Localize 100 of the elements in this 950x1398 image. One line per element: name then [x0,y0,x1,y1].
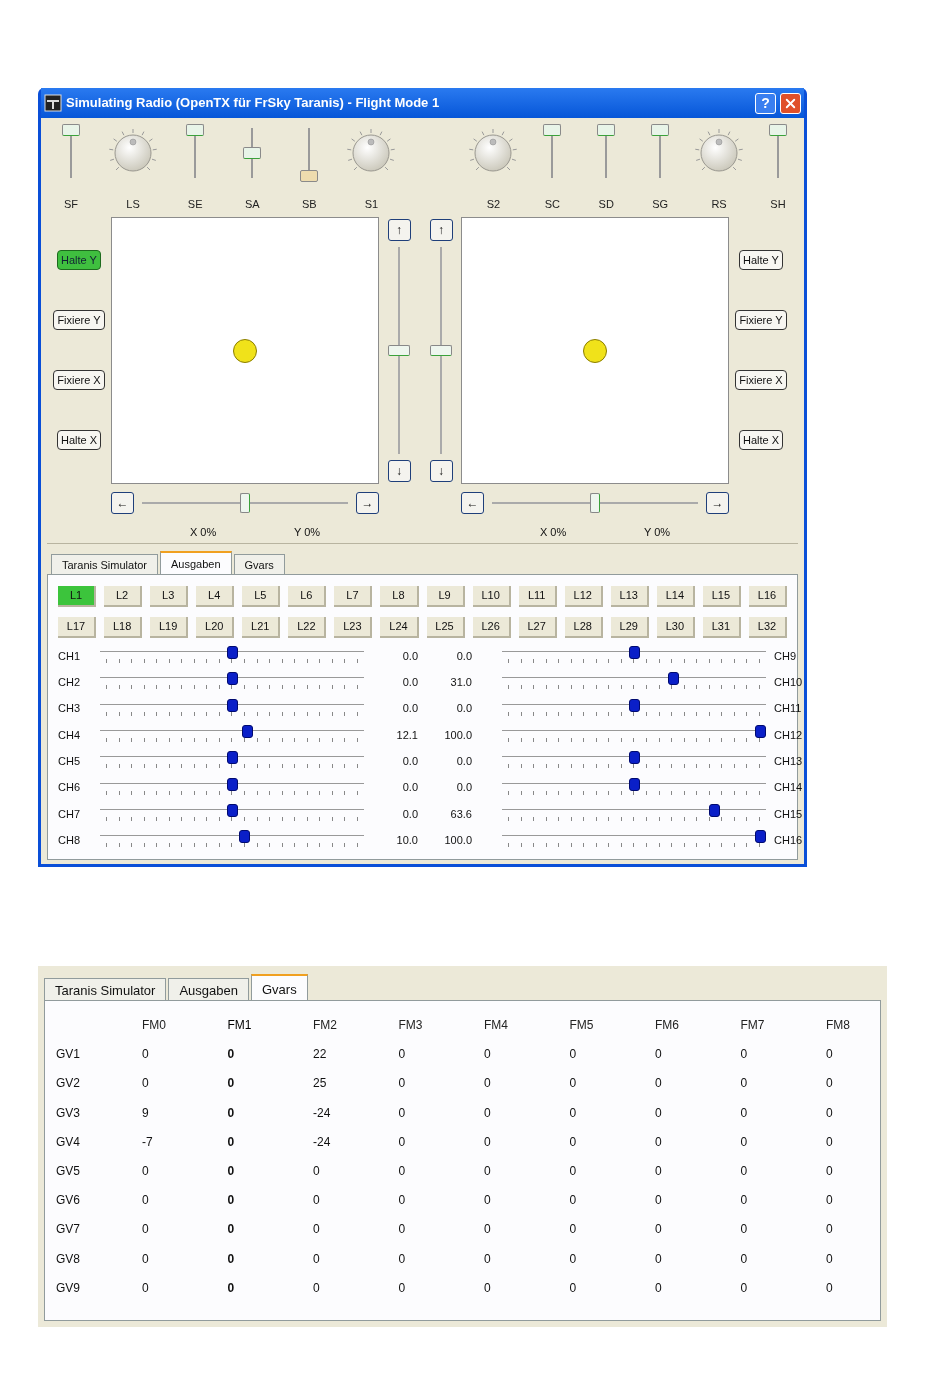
column-header: FM3 [398,1017,424,1034]
slider-thumb[interactable] [708,803,720,817]
table-cell-text: 0 [740,1162,749,1180]
table-cell-text: 0 [740,1279,749,1297]
tab[interactable]: Ausgaben [168,978,249,1000]
table-cell-text: 0 [655,1133,663,1151]
tab[interactable]: Taranis Simulator [51,554,158,574]
tab[interactable]: Gvars [233,554,285,574]
slider-thumb[interactable] [226,672,238,686]
table-cell-text: 0 [826,1075,834,1093]
table-cell-text: 0 [826,1104,834,1122]
table-cell-text: 0 [484,1075,492,1093]
stick-hold-button[interactable]: Halte Y [57,250,101,270]
column-header: FM0 [142,1017,167,1034]
slider-thumb[interactable] [226,777,238,791]
logo-icon [44,94,62,112]
channel-label: CH13 [774,754,804,770]
tab[interactable]: Ausgaben [160,551,232,574]
channel-slider[interactable] [100,698,364,719]
slider-thumb[interactable] [226,698,238,712]
stick-hold-button[interactable]: Fixiere Y [53,310,105,330]
stick-hold-button[interactable]: Halte X [738,430,784,450]
slider-thumb[interactable] [590,493,600,513]
close-button[interactable] [780,92,801,114]
control-label: SA [244,197,260,212]
stick-hold-button[interactable]: Halte Y [739,250,783,270]
channel-reading: 100.0 [443,727,473,743]
stick-hold-button[interactable]: Halte X [56,430,102,450]
table-cell-text: 0 [826,1046,834,1064]
slider-thumb[interactable] [755,725,766,739]
right-arrow-button[interactable]: → [356,492,379,514]
logical-switch-indicator: L22 [288,617,327,638]
channel-label: CH9 [774,648,797,664]
tab[interactable]: Taranis Simulator [44,978,167,1000]
right-arrow-button[interactable]: → [706,492,729,514]
table-cell-text: 0 [655,1075,663,1093]
row-label: GV2 [56,1075,81,1093]
table-cell-text: 0 [484,1192,492,1210]
table-cell-text: 0 [227,1104,236,1122]
up-arrow-button[interactable]: ↑ [387,219,411,241]
logical-switch-indicator: L15 [702,586,741,607]
slider-thumb[interactable] [388,344,410,356]
slider-thumb[interactable] [628,751,640,765]
control-label: S2 [486,197,501,212]
window-title: Simulating Radio (OpenTX für FrSky Taranis) - Flight Mode 1 [66,94,441,113]
tab[interactable]: Gvars [251,974,308,1000]
channel-slider[interactable] [100,803,364,824]
slider-thumb[interactable] [628,698,640,712]
slider-thumb[interactable] [239,830,251,844]
slider-thumb[interactable] [430,344,452,356]
slider-thumb[interactable] [628,777,640,791]
slider-thumb[interactable] [768,124,787,136]
logical-switch-indicator: L10 [472,586,511,607]
slider-thumb[interactable] [243,147,262,159]
slider-thumb[interactable] [543,124,562,136]
slider-thumb[interactable] [226,803,238,817]
table-cell-text: 0 [569,1221,578,1239]
left-arrow-button[interactable]: ← [461,492,484,514]
slider-thumb[interactable] [628,646,640,660]
channel-slider[interactable] [502,777,766,798]
column-header: FM7 [740,1017,766,1034]
down-arrow-button[interactable]: ↓ [429,460,453,482]
channel-slider[interactable] [502,698,766,719]
down-arrow-button[interactable]: ↓ [387,460,411,482]
logical-switch-indicator: L6 [288,586,327,607]
table-cell-text: 0 [569,1075,578,1093]
slider-thumb[interactable] [667,672,679,686]
slider-thumb[interactable] [186,124,205,136]
vertical-slider[interactable] [429,247,453,454]
slider-thumb[interactable] [241,725,253,739]
table-cell-text: 0 [313,1162,321,1180]
row-label: GV1 [56,1046,81,1064]
stick-hold-button[interactable]: Fixiere X [53,370,105,390]
horizontal-slider[interactable] [142,492,348,514]
left-arrow-button[interactable]: ← [111,492,134,514]
stick-hold-button[interactable]: Fixiere Y [735,310,787,330]
channel-slider[interactable] [502,803,766,824]
table-cell-text: 0 [655,1046,663,1064]
table-cell-text: 0 [484,1104,492,1122]
stick-hold-button[interactable]: Fixiere X [735,370,787,390]
up-arrow-button[interactable]: ↑ [429,219,453,241]
slider-thumb[interactable] [62,124,80,136]
logical-switch-indicator: L31 [702,617,741,638]
slider-thumb[interactable] [226,646,238,660]
channel-slider[interactable] [100,777,364,798]
slider-thumb[interactable] [300,170,319,182]
table-cell-text: 25 [313,1075,328,1093]
slider-thumb[interactable] [240,493,250,513]
table-cell-text: 22 [313,1046,328,1064]
help-button[interactable]: ? [755,92,776,114]
slider-thumb[interactable] [226,751,238,765]
slider-thumb[interactable] [755,830,766,844]
table-cell-text: 0 [655,1279,663,1297]
horizontal-slider[interactable] [492,492,698,514]
table-cell-text: -24 [313,1133,332,1151]
table-cell-text: 0 [227,1192,236,1210]
slider-thumb[interactable] [597,124,616,136]
vertical-slider[interactable] [387,247,411,454]
slider-thumb[interactable] [651,124,670,136]
table-cell-text: 0 [484,1133,492,1151]
